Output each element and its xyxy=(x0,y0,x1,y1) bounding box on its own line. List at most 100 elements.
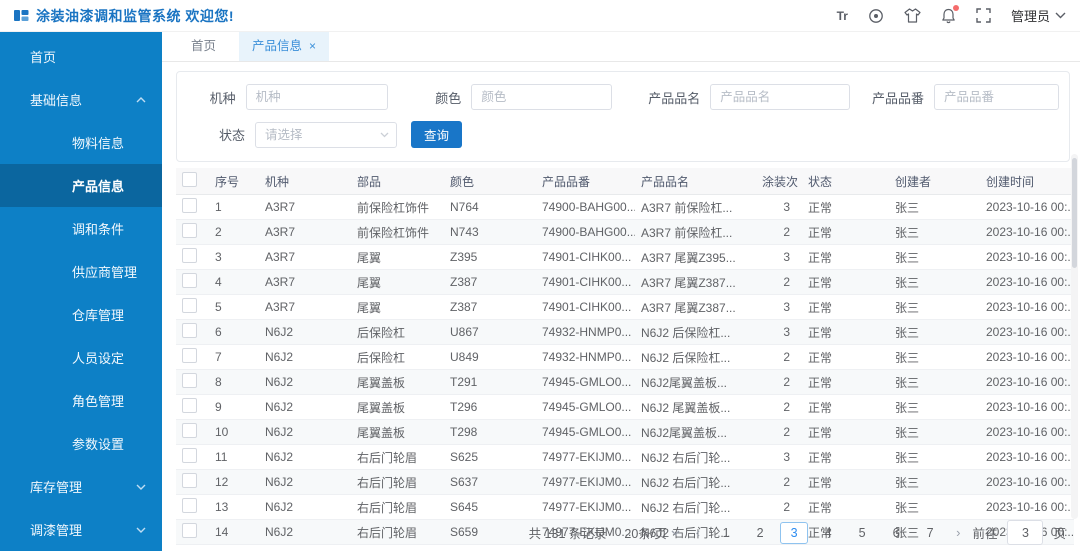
machine-type-input[interactable] xyxy=(245,84,388,110)
tab-首页[interactable]: 首页 xyxy=(178,32,229,61)
cell-部品: 尾翼 xyxy=(351,269,444,295)
cell-状态: 正常 xyxy=(802,444,889,470)
page-button-5[interactable]: 5 xyxy=(848,522,876,544)
cell-涂装次: 2 xyxy=(756,394,802,420)
table-row[interactable]: 4 A3R7 尾翼 Z387 74901-CIHK00... A3R7 尾翼Z387...… xyxy=(176,269,1074,295)
sidebar-item-人员设定[interactable]: 人员设定 xyxy=(0,336,162,379)
next-page-button[interactable]: › xyxy=(950,525,966,540)
sidebar-item-仓库管理[interactable]: 仓库管理 xyxy=(0,293,162,336)
theme-shirt-icon[interactable] xyxy=(904,7,921,25)
sidebar-item-基础信息[interactable]: 基础信息 xyxy=(0,78,162,121)
sidebar-item-物料信息[interactable]: 物料信息 xyxy=(0,121,162,164)
page-suffix-label: 页 xyxy=(1053,527,1066,541)
row-checkbox[interactable] xyxy=(182,398,197,413)
page-button-2[interactable]: 2 xyxy=(746,522,774,544)
table-scrollbar[interactable] xyxy=(1071,154,1078,519)
font-size-icon[interactable]: Tr xyxy=(837,7,848,25)
cell-状态: 正常 xyxy=(802,394,889,420)
cell-产品品番: 74932-HNMP0... xyxy=(536,319,635,345)
status-select-input[interactable] xyxy=(255,121,397,148)
sidebar-item-供应商管理[interactable]: 供应商管理 xyxy=(0,250,162,293)
sidebar-item-角色管理[interactable]: 角色管理 xyxy=(0,379,162,422)
sidebar-item-库存管理[interactable]: 库存管理 xyxy=(0,465,162,508)
cell-序号: 14 xyxy=(209,519,259,545)
cell-涂装次: 3 xyxy=(756,244,802,270)
row-checkbox[interactable] xyxy=(182,298,197,313)
color-input[interactable] xyxy=(471,84,613,110)
product-name-input[interactable] xyxy=(710,84,851,110)
cell-序号: 5 xyxy=(209,294,259,320)
row-checkbox[interactable] xyxy=(182,323,197,338)
sidebar-item-首页[interactable]: 首页 xyxy=(0,35,162,78)
cell-状态: 正常 xyxy=(802,244,889,270)
cell-创建时间: 2023-10-16 00:... xyxy=(980,419,1074,445)
row-checkbox[interactable] xyxy=(182,473,197,488)
close-icon[interactable]: × xyxy=(309,32,316,61)
cell-产品品名: A3R7 尾翼Z387... xyxy=(635,269,756,295)
table-row[interactable]: 11 N6J2 右后门轮眉 S625 74977-EKIJM0... N6J2 右后门轮.… xyxy=(176,444,1074,470)
cell-机种: N6J2 xyxy=(259,394,351,420)
goto-page-input[interactable] xyxy=(1007,520,1044,545)
sidebar-item-label: 基础信息 xyxy=(30,93,83,108)
table-row[interactable]: 10 N6J2 尾翼盖板 T298 74945-GMLO0... N6J2尾翼盖板... 2… xyxy=(176,419,1074,445)
cell-机种: A3R7 xyxy=(259,269,351,295)
prev-page-button[interactable]: ‹ xyxy=(690,525,706,540)
row-checkbox[interactable] xyxy=(182,198,197,213)
bell-icon[interactable] xyxy=(941,4,959,25)
row-checkbox[interactable] xyxy=(182,448,197,463)
cell-涂装次: 2 xyxy=(756,369,802,395)
cell-机种: N6J2 xyxy=(259,444,351,470)
query-button[interactable]: 查询 xyxy=(411,121,463,148)
row-checkbox[interactable] xyxy=(182,223,197,238)
row-checkbox[interactable] xyxy=(182,423,197,438)
table-row[interactable]: 8 N6J2 尾翼盖板 T291 74945-GMLO0... N6J2尾翼盖板... 2 正… xyxy=(176,369,1074,395)
table-row[interactable]: 1 A3R7 前保险杠饰件 N764 74900-BAHG00... A3R7 前保险杠.… xyxy=(176,194,1074,220)
page-button-1[interactable]: 1 xyxy=(712,522,740,544)
table-row[interactable]: 12 N6J2 右后门轮眉 S637 74977-EKIJM0... N6J2 右后门轮.… xyxy=(176,469,1074,495)
row-checkbox[interactable] xyxy=(182,498,197,513)
row-checkbox[interactable] xyxy=(182,373,197,388)
page-size-select[interactable]: 20条/页 xyxy=(620,521,683,544)
tab-产品信息[interactable]: 产品信息 × xyxy=(239,32,330,61)
circle-target-icon[interactable] xyxy=(868,7,884,25)
sidebar-item-参数设置[interactable]: 参数设置 xyxy=(0,422,162,465)
page-button-6[interactable]: 6 xyxy=(882,522,910,544)
scrollbar-thumb[interactable] xyxy=(1072,158,1077,268)
topbar-brand: 涂装油漆调和监管系统 欢迎您! xyxy=(14,6,234,26)
product-number-input[interactable] xyxy=(934,84,1059,110)
cell-序号: 10 xyxy=(209,419,259,445)
row-checkbox[interactable] xyxy=(182,248,197,263)
sidebar-item-label: 调漆管理 xyxy=(30,523,83,538)
status-select[interactable] xyxy=(255,121,397,148)
cell-创建者: 张三 xyxy=(889,494,980,520)
table-row[interactable]: 13 N6J2 右后门轮眉 S645 74977-EKIJM0... N6J2 右后门轮.… xyxy=(176,494,1074,520)
page-button-3[interactable]: 3 xyxy=(780,521,809,544)
row-checkbox[interactable] xyxy=(182,348,197,363)
notification-badge-dot xyxy=(952,4,959,11)
table-row[interactable]: 3 A3R7 尾翼 Z395 74901-CIHK00... A3R7 尾翼Z395...… xyxy=(176,244,1074,270)
row-checkbox[interactable] xyxy=(182,273,197,288)
cell-颜色: Z387 xyxy=(444,269,536,295)
topbar: 涂装油漆调和监管系统 欢迎您! Tr 管理员 xyxy=(0,0,1080,32)
page-button-4[interactable]: 4 xyxy=(814,522,842,544)
table-row[interactable]: 9 N6J2 尾翼盖板 T296 74945-GMLO0... N6J2 尾翼盖板... 2… xyxy=(176,394,1074,420)
select-all-checkbox[interactable] xyxy=(182,172,197,187)
page-button-7[interactable]: 7 xyxy=(916,522,944,544)
product-table-wrap: 序号 机种 部品 颜色 产品品番 产品品名 涂装次 状态 创建者 创建时间 1 A3R7 前保险杠饰件… xyxy=(176,168,1074,545)
sidebar-item-调漆管理[interactable]: 调漆管理 xyxy=(0,508,162,551)
cell-颜色: Z395 xyxy=(444,244,536,270)
row-checkbox[interactable] xyxy=(182,523,197,538)
sidebar-item-调和条件[interactable]: 调和条件 xyxy=(0,207,162,250)
cell-产品品名: N6J2 后保险杠... xyxy=(635,319,756,345)
table-row[interactable]: 2 A3R7 前保险杠饰件 N743 74900-BAHG00... A3R7 前保险杠.… xyxy=(176,219,1074,245)
cell-机种: N6J2 xyxy=(259,519,351,545)
column-header-创建者: 创建者 xyxy=(889,168,980,195)
cell-创建者: 张三 xyxy=(889,244,980,270)
fullscreen-icon[interactable] xyxy=(976,7,991,25)
sidebar-item-产品信息[interactable]: 产品信息 xyxy=(0,164,162,207)
table-row[interactable]: 7 N6J2 后保险杠 U849 74932-HNMP0... N6J2 后保险杠... 2… xyxy=(176,344,1074,370)
user-menu[interactable]: 管理员 xyxy=(1011,6,1066,25)
table-row[interactable]: 6 N6J2 后保险杠 U867 74932-HNMP0... N6J2 后保险杠... 3… xyxy=(176,319,1074,345)
sidebar-item-label: 产品信息 xyxy=(72,179,125,194)
table-row[interactable]: 5 A3R7 尾翼 Z387 74901-CIHK00... A3R7 尾翼Z387...… xyxy=(176,294,1074,320)
